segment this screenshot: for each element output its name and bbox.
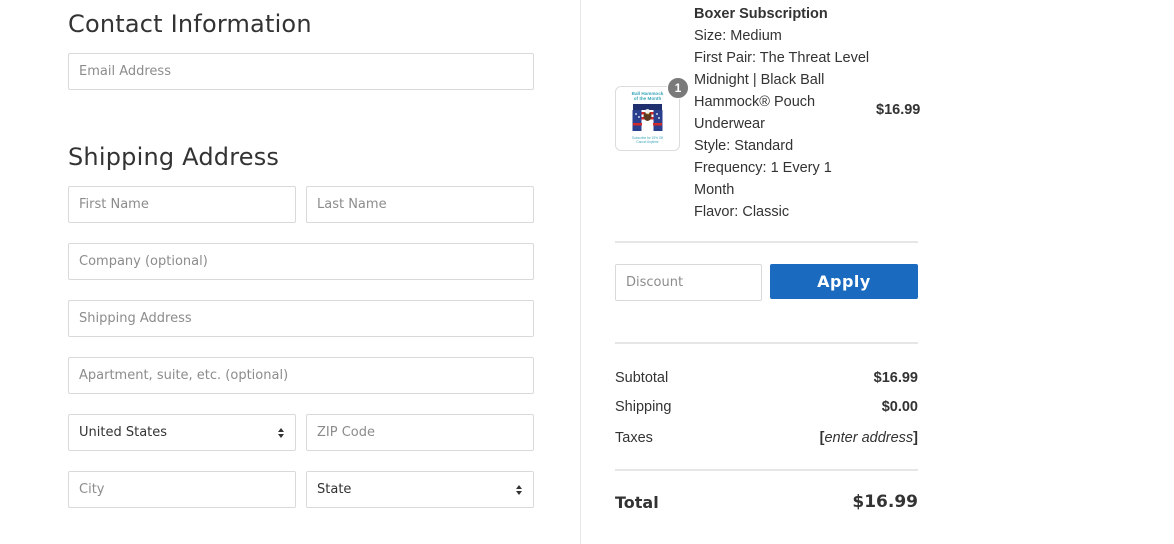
total-label: Total bbox=[615, 492, 659, 512]
country-select-value: United States bbox=[79, 425, 168, 440]
line-item-price: $16.99 bbox=[876, 102, 921, 118]
checkout-form: Contact Information Shipping Address Uni… bbox=[0, 0, 580, 544]
product-option: Size: Medium bbox=[694, 28, 782, 44]
state-select-value: State bbox=[317, 482, 352, 497]
summary-divider bbox=[615, 241, 918, 243]
apartment-field-wrapper bbox=[68, 357, 534, 394]
shipping-address-field-wrapper bbox=[68, 300, 534, 337]
order-summary: Ball Hammock of the Month Subscribe for … bbox=[581, 0, 1174, 544]
select-caret-icon bbox=[515, 484, 523, 495]
apartment-input[interactable] bbox=[69, 358, 533, 393]
zip-field-wrapper bbox=[306, 414, 534, 451]
city-input[interactable] bbox=[69, 472, 295, 507]
shipping-address-title: Shipping Address bbox=[68, 143, 280, 171]
zip-code-input[interactable] bbox=[307, 415, 533, 450]
company-field-wrapper bbox=[68, 243, 534, 280]
subtotal-row: Subtotal $16.99 bbox=[615, 370, 918, 386]
shipping-value: $0.00 bbox=[881, 399, 918, 415]
subtotal-value: $16.99 bbox=[873, 370, 918, 386]
subtotal-label: Subtotal bbox=[615, 370, 669, 386]
total-value: $16.99 bbox=[852, 492, 918, 512]
country-select[interactable]: United States bbox=[68, 414, 296, 451]
shipping-row: Shipping $0.00 bbox=[615, 399, 918, 415]
taxes-label: Taxes bbox=[615, 430, 653, 446]
product-option: Frequency: 1 Every 1 Month bbox=[694, 160, 832, 198]
svg-text:of the Month: of the Month bbox=[634, 96, 662, 101]
last-name-field-wrapper bbox=[306, 186, 534, 223]
apply-discount-button[interactable]: Apply bbox=[770, 264, 918, 299]
taxes-row: Taxes [enter address] bbox=[615, 430, 918, 446]
taxes-value: [enter address] bbox=[819, 430, 918, 446]
first-name-field-wrapper bbox=[68, 186, 296, 223]
taxes-value-text: enter address bbox=[824, 430, 914, 446]
product-name: Boxer Subscription bbox=[694, 6, 828, 22]
email-input[interactable] bbox=[69, 54, 533, 89]
company-input[interactable] bbox=[69, 244, 533, 279]
summary-divider bbox=[615, 342, 918, 344]
first-name-input[interactable] bbox=[69, 187, 295, 222]
email-field-wrapper bbox=[68, 53, 534, 90]
product-option: First Pair: The Threat Level Midnight | … bbox=[694, 50, 870, 132]
product-option: Flavor: Classic bbox=[694, 204, 790, 220]
shipping-address-input[interactable] bbox=[69, 301, 533, 336]
discount-input[interactable] bbox=[616, 265, 761, 300]
contact-information-title: Contact Information bbox=[68, 10, 312, 38]
line-item-details: Boxer Subscription Size: Medium First Pa… bbox=[694, 3, 874, 223]
total-row: Total $16.99 bbox=[615, 492, 918, 512]
city-field-wrapper bbox=[68, 471, 296, 508]
boxer-product-image: Ball Hammock of the Month Subscribe for … bbox=[632, 91, 664, 144]
last-name-input[interactable] bbox=[307, 187, 533, 222]
shipping-label: Shipping bbox=[615, 399, 672, 415]
svg-text:Cancel Anytime: Cancel Anytime bbox=[636, 140, 658, 144]
product-option: Style: Standard bbox=[694, 138, 794, 154]
discount-field-wrapper bbox=[615, 264, 762, 301]
state-select[interactable]: State bbox=[306, 471, 534, 508]
total-divider bbox=[615, 469, 918, 471]
quantity-badge: 1 bbox=[667, 77, 689, 99]
select-caret-icon bbox=[277, 427, 285, 438]
